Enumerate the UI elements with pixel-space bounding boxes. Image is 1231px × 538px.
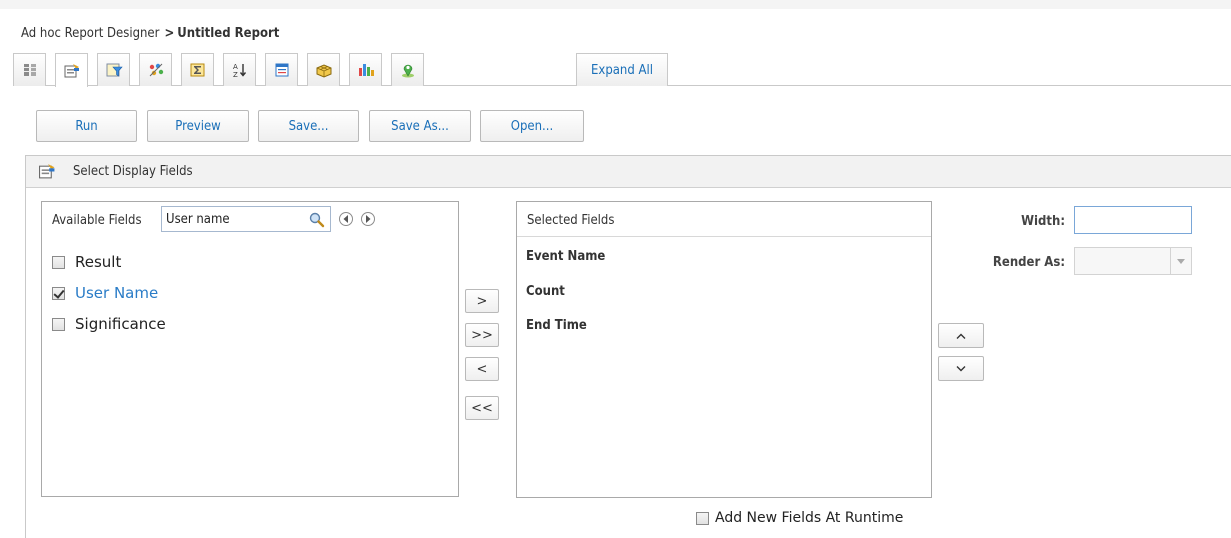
render-as-label: Render As: bbox=[992, 255, 1065, 270]
field-label: Significance bbox=[75, 315, 166, 333]
format-icon bbox=[275, 63, 288, 77]
selected-fields-divider bbox=[517, 236, 931, 237]
available-field-result[interactable]: Result bbox=[52, 253, 121, 271]
chart-icon bbox=[358, 64, 374, 76]
select-fields-icon bbox=[64, 63, 79, 77]
field-checkbox[interactable] bbox=[52, 255, 65, 269]
breadcrumb: Ad hoc Report Designer > Untitled Report bbox=[21, 26, 279, 41]
tab-format[interactable] bbox=[265, 53, 298, 86]
run-button[interactable]: Run bbox=[36, 110, 137, 142]
save-button[interactable]: Save... bbox=[258, 110, 359, 142]
tab-data-source[interactable] bbox=[13, 53, 46, 86]
available-fields-label: Available Fields bbox=[52, 213, 142, 228]
field-search-input[interactable] bbox=[166, 210, 296, 228]
database-icon bbox=[23, 64, 36, 76]
selected-field-count[interactable]: Count bbox=[526, 284, 565, 299]
preview-button[interactable]: Preview bbox=[147, 110, 249, 142]
selected-fields-label: Selected Fields bbox=[527, 213, 615, 228]
runtime-label: Add New Fields At Runtime bbox=[715, 510, 904, 526]
breadcrumb-parent[interactable]: Ad hoc Report Designer bbox=[21, 26, 159, 41]
tab-map[interactable] bbox=[391, 53, 424, 86]
chevron-down-icon bbox=[956, 365, 966, 371]
breadcrumb-current: Untitled Report bbox=[177, 26, 280, 41]
tab-sort[interactable]: AZ bbox=[223, 53, 256, 86]
tab-chart[interactable] bbox=[349, 53, 382, 86]
remove-all-fields-button[interactable]: << bbox=[465, 396, 499, 420]
add-all-fields-button[interactable]: >> bbox=[465, 323, 499, 347]
select-fields-icon bbox=[39, 164, 55, 179]
summary-sigma-icon bbox=[190, 63, 204, 77]
dropdown-arrow-icon[interactable] bbox=[1170, 248, 1191, 274]
available-field-user-name[interactable]: User Name bbox=[52, 284, 158, 302]
runtime-checkbox[interactable] bbox=[696, 511, 709, 525]
selected-field-event-name[interactable]: Event Name bbox=[526, 249, 605, 264]
svg-text:Z: Z bbox=[233, 71, 238, 78]
search-previous-button[interactable] bbox=[339, 212, 353, 226]
remove-field-button[interactable]: < bbox=[465, 357, 499, 381]
render-as-select[interactable] bbox=[1074, 247, 1192, 275]
pivot-table-icon bbox=[316, 64, 331, 78]
chevron-up-icon bbox=[956, 333, 966, 339]
width-input[interactable] bbox=[1074, 206, 1192, 234]
chevron-left-icon bbox=[343, 215, 348, 223]
save-as-button[interactable]: Save As... bbox=[369, 110, 471, 142]
expand-all-tab[interactable]: Expand All bbox=[576, 53, 668, 86]
designer-tab-bar: AZ Expand All bbox=[13, 53, 1231, 87]
search-icon[interactable] bbox=[308, 211, 326, 228]
add-field-button[interactable]: > bbox=[465, 289, 499, 313]
tab-filters[interactable] bbox=[97, 53, 130, 86]
top-strip bbox=[0, 0, 1231, 9]
field-checkbox[interactable] bbox=[52, 317, 65, 331]
sort-icon: AZ bbox=[233, 63, 246, 78]
selected-fields-box bbox=[516, 201, 932, 498]
add-new-fields-at-runtime[interactable]: Add New Fields At Runtime bbox=[696, 510, 903, 526]
move-up-button[interactable] bbox=[938, 323, 984, 348]
chevron-right-icon bbox=[366, 215, 371, 223]
width-label: Width: bbox=[1021, 214, 1065, 229]
selected-field-end-time[interactable]: End Time bbox=[526, 318, 587, 333]
panel-header[interactable]: Select Display Fields bbox=[26, 156, 1231, 188]
group-icon bbox=[149, 63, 163, 77]
svg-text:A: A bbox=[233, 63, 238, 71]
breadcrumb-separator: > bbox=[164, 26, 175, 41]
field-label: Result bbox=[75, 253, 122, 271]
search-next-button[interactable] bbox=[361, 212, 375, 226]
panel-title: Select Display Fields bbox=[73, 164, 193, 179]
map-pin-icon bbox=[401, 64, 414, 78]
available-field-significance[interactable]: Significance bbox=[52, 315, 166, 333]
field-label: User Name bbox=[75, 284, 159, 302]
filter-icon bbox=[106, 63, 123, 77]
tab-grouping[interactable] bbox=[139, 53, 172, 86]
tab-select-fields[interactable] bbox=[55, 53, 88, 87]
move-down-button[interactable] bbox=[938, 356, 984, 381]
field-checkbox[interactable] bbox=[52, 286, 65, 300]
available-fields-box bbox=[41, 201, 459, 497]
open-button[interactable]: Open... bbox=[480, 110, 584, 142]
field-search-box bbox=[161, 206, 331, 232]
tab-summary[interactable] bbox=[181, 53, 214, 86]
tab-pivot[interactable] bbox=[307, 53, 340, 86]
